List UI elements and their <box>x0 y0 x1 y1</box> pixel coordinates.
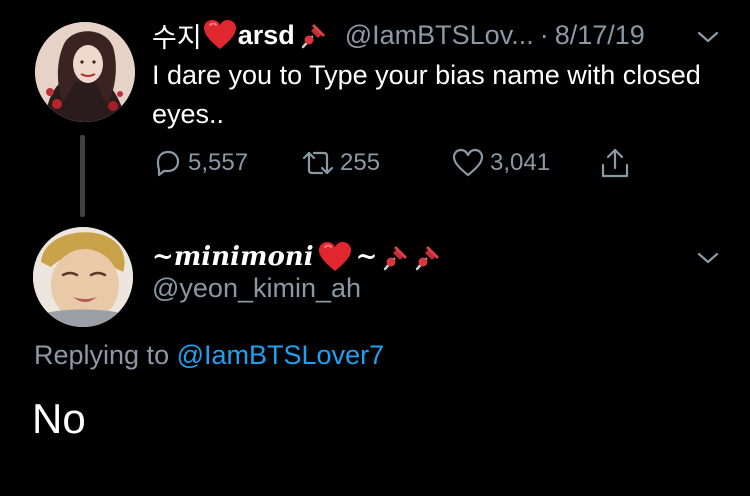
like-count: 3,041 <box>490 149 551 176</box>
retweet-count: 255 <box>340 149 381 176</box>
reply-icon <box>156 150 180 177</box>
user-handle[interactable]: @yeon_kimin_ah <box>152 273 361 304</box>
pushpin-icon <box>416 246 440 271</box>
display-name[interactable]: ~minimoni ~ <box>152 236 443 278</box>
replying-to: Replying to @IamBTSLover7 <box>34 340 384 371</box>
like-icon <box>452 148 484 177</box>
display-name[interactable]: 수지 arsd <box>152 16 329 55</box>
heart-emoji-icon <box>203 20 236 49</box>
heart-emoji-icon <box>318 242 351 271</box>
display-name-korean: 수지 <box>152 22 202 53</box>
chevron-down-icon[interactable] <box>697 30 719 44</box>
share-icon <box>601 148 629 178</box>
avatar-photo <box>33 227 133 327</box>
pushpin-icon <box>384 246 408 271</box>
retweet-icon <box>302 151 334 175</box>
tweet-text: I dare you to Type your bias name with c… <box>152 60 701 129</box>
display-name-prefix: ~minimoni <box>152 242 314 272</box>
chevron-down-icon[interactable] <box>697 251 719 265</box>
like-button[interactable]: 3,041 <box>452 145 550 181</box>
thread-line <box>80 135 85 217</box>
pushpin-icon <box>301 24 325 49</box>
display-name-suffix: ~ <box>355 242 378 272</box>
reply-text: No <box>32 395 86 442</box>
avatar-photo <box>35 22 135 122</box>
replying-to-label: Replying to <box>34 340 170 370</box>
avatar[interactable] <box>33 227 133 327</box>
user-handle[interactable]: @IamBTSLov... <box>345 20 534 51</box>
retweet-button[interactable]: 255 <box>298 145 380 181</box>
share-button[interactable] <box>598 145 632 181</box>
reply-button[interactable]: 5,557 <box>152 145 248 181</box>
tweet-date[interactable]: 8/17/19 <box>555 20 645 51</box>
separator-dot: · <box>539 19 549 50</box>
tweet-actions: 5,557 255 3,041 <box>152 145 652 181</box>
avatar[interactable] <box>35 22 135 122</box>
replying-to-mention[interactable]: @IamBTSLover7 <box>177 340 384 370</box>
tweet-header: 수지 arsd @IamBTSLov... · 8/17/19 <box>152 14 645 56</box>
reply-count: 5,557 <box>188 149 249 176</box>
display-name-latin: arsd <box>237 19 295 50</box>
